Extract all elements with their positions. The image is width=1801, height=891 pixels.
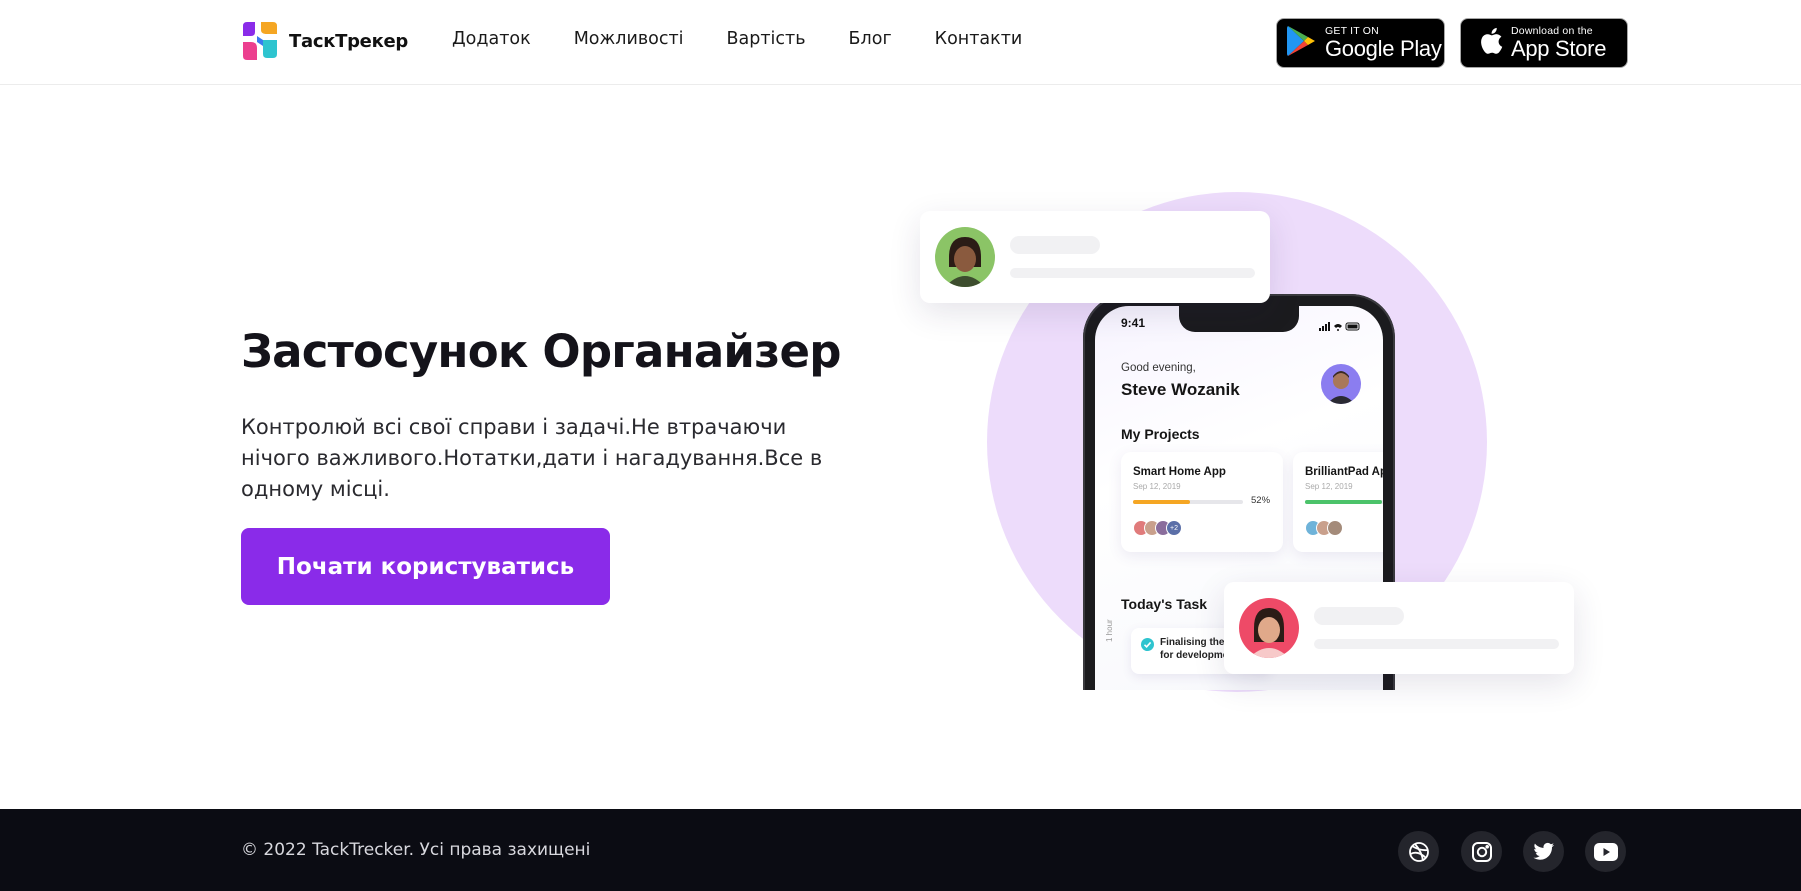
nav-link-blog[interactable]: Блог xyxy=(849,29,892,49)
instagram-icon[interactable] xyxy=(1461,831,1502,872)
logo-icon xyxy=(241,22,277,60)
app-store-caption: Download on the xyxy=(1511,24,1593,37)
my-projects-title: My Projects xyxy=(1121,426,1200,442)
nav-link-pricing[interactable]: Вартість xyxy=(727,29,806,49)
project-progress-bar xyxy=(1305,500,1383,504)
project-date: Sep 12, 2019 xyxy=(1305,482,1353,491)
nav-link-app[interactable]: Додаток xyxy=(452,29,531,49)
project-card[interactable]: Smart Home App Sep 12, 2019 52% +2 xyxy=(1121,452,1283,552)
phone-user-avatar xyxy=(1321,364,1361,404)
site-footer: © 2022 TackTrecker. Усі права захищені xyxy=(0,809,1801,891)
placeholder-line xyxy=(1314,639,1559,649)
project-name: Smart Home App xyxy=(1133,466,1226,478)
project-name: BrilliantPad App xyxy=(1305,466,1383,478)
phone-greeting: Good evening, xyxy=(1121,362,1196,374)
avatar xyxy=(935,227,995,287)
project-members xyxy=(1305,520,1343,536)
google-play-button[interactable]: GET IT ON Google Play xyxy=(1276,18,1445,68)
dribbble-icon[interactable] xyxy=(1398,831,1439,872)
nav-link-features[interactable]: Можливості xyxy=(574,29,684,49)
signal-wifi-battery-icon xyxy=(1319,318,1361,331)
profile-card-bottom xyxy=(1224,582,1574,674)
hero-title: Застосунок Органайзер xyxy=(241,325,841,378)
youtube-icon[interactable] xyxy=(1585,831,1626,872)
todays-task-title: Today's Task xyxy=(1121,596,1208,612)
app-store-label: App Store xyxy=(1511,36,1607,62)
google-play-icon xyxy=(1287,25,1317,62)
logo[interactable]: ТаскТрекер xyxy=(241,22,408,60)
site-header: ТаскТрекер Додаток Можливості Вартість Б… xyxy=(0,0,1801,85)
project-card[interactable]: BrilliantPad App Sep 12, 2019 xyxy=(1293,452,1383,552)
apple-icon xyxy=(1479,27,1503,60)
placeholder-line xyxy=(1010,268,1255,278)
app-store-button[interactable]: Download on the App Store xyxy=(1460,18,1628,68)
placeholder-line xyxy=(1010,236,1100,254)
main-nav: Додаток Можливості Вартість Блог Контакт… xyxy=(452,29,1022,49)
phone-notch xyxy=(1179,306,1299,332)
profile-card-top xyxy=(920,211,1270,303)
avatar xyxy=(1239,598,1299,658)
project-extra-members: +2 xyxy=(1166,520,1182,536)
placeholder-line xyxy=(1314,607,1404,625)
project-date: Sep 12, 2019 xyxy=(1133,482,1181,491)
project-progress-bar xyxy=(1133,500,1243,504)
get-started-button[interactable]: Почати користуватись xyxy=(241,528,610,605)
copyright-text: © 2022 TackTrecker. Усі права захищені xyxy=(241,840,591,860)
phone-status-time: 9:41 xyxy=(1121,316,1146,330)
twitter-icon[interactable] xyxy=(1523,831,1564,872)
google-play-label: Google Play xyxy=(1325,36,1442,62)
google-play-caption: GET IT ON xyxy=(1325,24,1379,37)
check-icon xyxy=(1141,638,1154,651)
logo-text: ТаскТрекер xyxy=(289,30,408,52)
nav-link-contacts[interactable]: Контакти xyxy=(935,29,1023,49)
project-members: +2 xyxy=(1133,520,1182,536)
phone-user-name: Steve Wozanik xyxy=(1121,380,1240,399)
project-progress-label: 52% xyxy=(1251,495,1271,506)
hero-description: Контролюй всі свої справи і задачі.Не вт… xyxy=(241,415,823,501)
task-hour-label: 1 hour xyxy=(1105,619,1114,642)
